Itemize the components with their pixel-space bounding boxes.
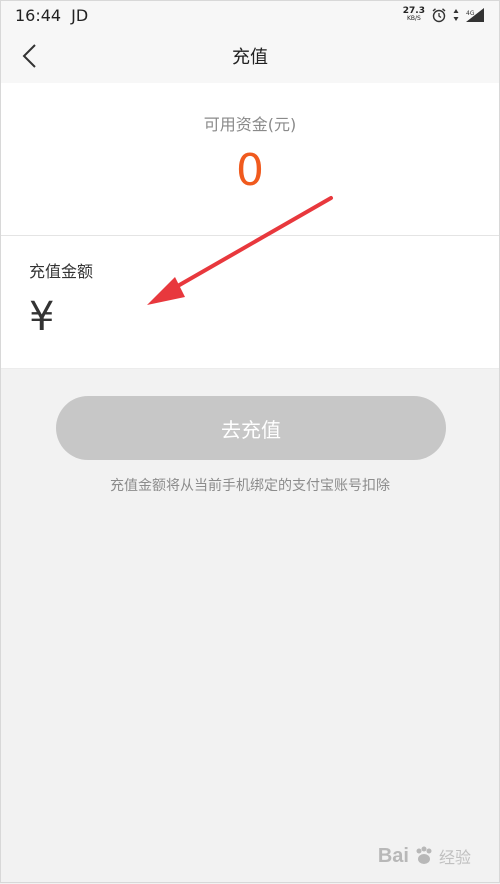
page-title: 充值 [232, 47, 268, 68]
recharge-button[interactable]: 去充值 [56, 396, 446, 460]
net-speed-value: 27.3 [402, 6, 425, 16]
net-speed: 27.3 KB/S [403, 7, 425, 23]
watermark-logo-text: Bai [377, 844, 409, 867]
recharge-amount-input[interactable] [71, 304, 475, 346]
status-time: 16:44 [15, 5, 62, 25]
status-carrier: JD [71, 5, 89, 25]
available-funds-value: 0 [236, 145, 264, 196]
recharge-amount-label: 充值金额 [29, 262, 94, 281]
signal-icon: 4G [465, 7, 485, 23]
watermark: Bai 经验 [378, 844, 471, 868]
status-right: 27.3 KB/S 4G [403, 7, 485, 23]
nav-bar: 充值 [1, 29, 499, 83]
status-bar: 16:44 JD 27.3 KB/S 4G [1, 1, 499, 29]
amount-card: 充值金额 ¥ [1, 236, 499, 369]
data-arrows-icon [453, 8, 459, 22]
net-speed-unit: KB/S [406, 15, 421, 22]
recharge-note: 充值金额将从当前手机绑定的支付宝账号扣除 [110, 478, 390, 494]
back-button[interactable] [15, 41, 45, 71]
available-funds-label: 可用资金(元) [203, 115, 297, 134]
network-type-label: 4G [466, 10, 475, 17]
alarm-icon [431, 7, 447, 23]
chevron-left-icon [22, 44, 36, 68]
currency-symbol: ¥ [29, 294, 55, 340]
paw-icon [413, 845, 435, 867]
status-left: 16:44 JD [15, 6, 88, 25]
balance-card: 可用资金(元) 0 [1, 83, 499, 236]
watermark-suffix: 经验 [438, 850, 471, 867]
